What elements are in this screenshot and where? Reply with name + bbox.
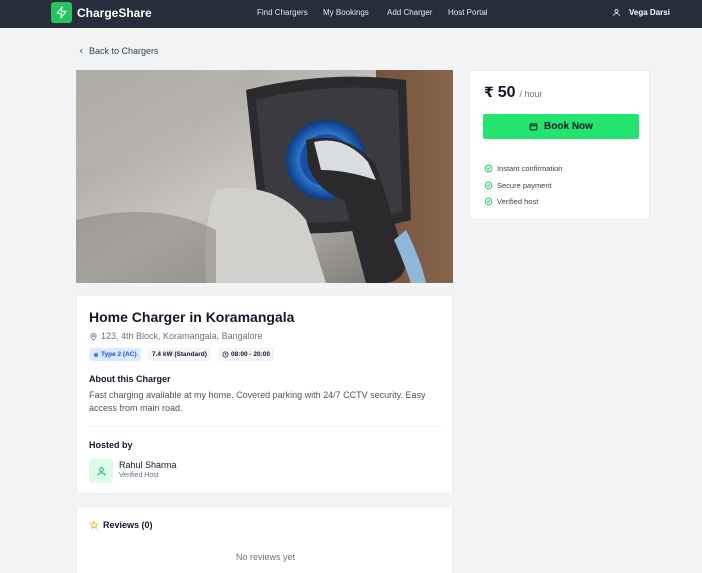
booking-card: ₹ 50 / hour Book Now Instant confirmatio… xyxy=(469,70,650,219)
nav-link-add-charger[interactable]: Add Charger xyxy=(387,8,432,18)
back-to-chargers-link[interactable]: Back to Chargers xyxy=(78,46,159,56)
check-circle-icon xyxy=(484,181,493,190)
feature-label: Secure payment xyxy=(497,181,552,190)
calendar-icon xyxy=(529,123,538,131)
star-icon xyxy=(89,520,99,529)
feature-instant-confirmation: Instant confirmation xyxy=(484,164,562,173)
book-now-button[interactable]: Book Now xyxy=(483,114,639,139)
user-icon xyxy=(96,466,106,476)
price-unit: / hour xyxy=(519,89,543,99)
plug-icon xyxy=(93,352,99,357)
hosted-by-heading: Hosted by xyxy=(89,440,133,450)
nav-link-host-portal[interactable]: Host Portal xyxy=(448,8,488,18)
charger-title: Home Charger in Koramangala xyxy=(89,309,295,325)
power-text: 7.4 kW (Standard) xyxy=(152,351,207,358)
power-badge: 7.4 kW (Standard) xyxy=(148,348,211,361)
price-display: ₹ 50 / hour xyxy=(484,84,543,102)
nav-link-my-bookings[interactable]: My Bookings xyxy=(323,8,369,18)
hours-text: 08:00 - 20:00 xyxy=(231,351,271,358)
back-link-label: Back to Chargers xyxy=(89,46,159,56)
nav-link-find-chargers[interactable]: Find Chargers xyxy=(257,8,308,18)
check-circle-icon xyxy=(484,197,493,206)
connector-type-badge: Type 2 (AC) xyxy=(89,348,141,361)
book-now-label: Book Now xyxy=(544,121,593,132)
logo[interactable] xyxy=(51,2,72,23)
connector-type-text: Type 2 (AC) xyxy=(101,351,137,358)
charger-description: Fast charging available at my home. Cove… xyxy=(89,390,426,413)
reviews-title: Reviews (0) xyxy=(103,520,153,530)
map-pin-icon xyxy=(90,332,97,341)
user-icon[interactable] xyxy=(611,7,622,18)
brand-name[interactable]: ChargeShare xyxy=(77,6,152,20)
no-reviews-text: No reviews yet xyxy=(235,552,296,562)
charger-info-card: Home Charger in Koramangala 123, 4th Blo… xyxy=(76,295,453,494)
feature-label: Verified host xyxy=(497,197,539,206)
address-text: 123, 4th Block, Koramangala, Bangalore xyxy=(101,331,263,341)
price-amount: 50 xyxy=(497,84,516,101)
check-circle-icon xyxy=(484,164,493,173)
charger-address: 123, 4th Block, Koramangala, Bangalore xyxy=(89,331,263,341)
top-navbar: ChargeShare Find Chargers My Bookings Ad… xyxy=(0,0,702,28)
feature-secure-payment: Secure payment xyxy=(484,181,552,190)
charger-photo xyxy=(76,70,453,283)
reviews-heading: Reviews (0) xyxy=(89,520,153,530)
about-heading: About this Charger xyxy=(89,374,171,384)
currency-symbol: ₹ xyxy=(484,84,494,100)
hours-badge: 08:00 - 20:00 xyxy=(218,348,275,361)
lightning-bolt-icon xyxy=(56,6,67,19)
feature-label: Instant confirmation xyxy=(497,164,563,173)
user-name[interactable]: Vega Darsi xyxy=(629,8,670,18)
feature-verified-host: Verified host xyxy=(484,197,538,206)
section-divider xyxy=(89,426,442,427)
host-role: Verified Host xyxy=(119,472,159,479)
host-avatar xyxy=(89,459,113,483)
reviews-card: Reviews (0) No reviews yet xyxy=(76,506,453,573)
clock-icon xyxy=(222,351,229,358)
chevron-left-icon xyxy=(79,48,83,54)
host-name: Rahul Sharma xyxy=(119,460,177,470)
